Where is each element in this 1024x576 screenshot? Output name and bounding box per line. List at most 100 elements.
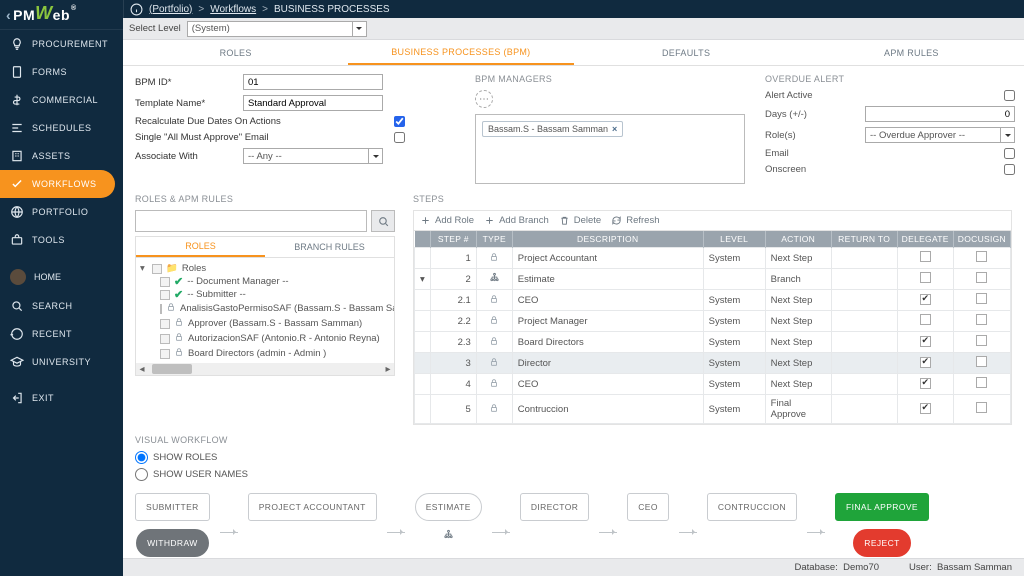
alert-email-checkbox[interactable]: [1004, 148, 1015, 159]
node-director[interactable]: DIRECTOR: [520, 493, 589, 521]
tab-defaults[interactable]: DEFAULTS: [574, 40, 799, 65]
nav-university[interactable]: UNIVERSITY: [0, 348, 123, 376]
node-project-accountant[interactable]: PROJECT ACCOUNTANT: [248, 493, 377, 521]
avatar: [10, 269, 26, 285]
select-level-label: Select Level: [129, 23, 181, 34]
tree-scrollbar[interactable]: ◂▸: [136, 363, 394, 375]
tree-root[interactable]: ▾📁Roles: [138, 262, 392, 275]
roles-panel-label: ROLES & APM RULES: [135, 194, 395, 204]
template-label: Template Name*: [135, 98, 235, 109]
roles-tree[interactable]: ▾📁Roles ✔-- Document Manager --✔-- Submi…: [135, 258, 395, 376]
single-approve-label: Single "All Must Approve" Email: [135, 132, 268, 143]
add-manager-button[interactable]: ⋯: [475, 90, 493, 108]
nav-workflows[interactable]: WORKFLOWS: [0, 170, 115, 198]
delete-button[interactable]: Delete: [559, 215, 601, 226]
table-row[interactable]: 2.1 CEO System Next Step: [415, 290, 1011, 311]
steps-toolbar: Add Role Add Branch Delete Refresh: [413, 210, 1012, 230]
crumb-workflows[interactable]: Workflows: [210, 4, 256, 15]
nav-assets[interactable]: ASSETS: [0, 142, 123, 170]
node-ceo[interactable]: CEO: [627, 493, 669, 521]
days-label: Days (+/-): [765, 109, 835, 120]
tree-item[interactable]: AnalisisGastoPermisoSAF (Bassam.S - Bass…: [138, 301, 392, 316]
nav-recent[interactable]: RECENT: [0, 320, 123, 348]
nav-schedules[interactable]: SCHEDULES: [0, 114, 123, 142]
main-tabs: ROLES BUSINESS PROCESSES (BPM) DEFAULTS …: [123, 40, 1024, 66]
select-level[interactable]: (System): [187, 21, 367, 37]
nav-home[interactable]: HOME: [0, 262, 123, 292]
associate-label: Associate With: [135, 151, 235, 162]
tree-item[interactable]: Approver (Bassam.S - Bassam Samman): [138, 316, 392, 331]
tree-item[interactable]: ✔-- Submitter --: [138, 288, 392, 301]
days-input[interactable]: [865, 106, 1015, 122]
search-icon: [377, 215, 390, 228]
manager-chip: Bassam.S - Bassam Samman×: [482, 121, 623, 137]
visual-workflow: VISUAL WORKFLOW SHOW ROLES SHOW USER NAM…: [135, 435, 1012, 558]
tree-item[interactable]: Board Directors (admin - Admin ): [138, 346, 392, 361]
subtab-branch-rules[interactable]: BRANCH RULES: [265, 237, 394, 257]
nav-forms[interactable]: FORMS: [0, 58, 123, 86]
nav-search[interactable]: SEARCH: [0, 292, 123, 320]
node-final-approve[interactable]: FINAL APPROVE: [835, 493, 929, 521]
chevron-down-icon: [352, 22, 366, 36]
add-role-button[interactable]: Add Role: [420, 215, 474, 226]
node-contruccion[interactable]: CONTRUCCION: [707, 493, 797, 521]
logo: ‹ PMWeb®: [0, 0, 123, 30]
alert-active-checkbox[interactable]: [1004, 90, 1015, 101]
tree-item[interactable]: ✔-- Document Manager --: [138, 275, 392, 288]
db-value: Demo70: [843, 562, 879, 573]
subtab-roles[interactable]: ROLES: [136, 237, 265, 257]
user-label: User:: [909, 562, 932, 573]
single-approve-checkbox[interactable]: [394, 132, 405, 143]
table-row[interactable]: 2.3 Board Directors System Next Step: [415, 332, 1011, 353]
visual-label: VISUAL WORKFLOW: [135, 435, 1012, 445]
alert-onscreen-checkbox[interactable]: [1004, 164, 1015, 175]
nav-portfolio[interactable]: PORTFOLIO: [0, 198, 123, 226]
node-reject[interactable]: REJECT: [853, 529, 910, 557]
status-bar: Database: Demo70 User: Bassam Samman: [123, 558, 1024, 576]
managers-box: Bassam.S - Bassam Samman×: [475, 114, 745, 184]
roles-search-button[interactable]: [371, 210, 395, 232]
associate-select[interactable]: -- Any --: [243, 148, 383, 164]
show-users-radio[interactable]: SHOW USER NAMES: [135, 468, 1012, 481]
nav-commercial[interactable]: COMMERCIAL: [0, 86, 123, 114]
node-estimate[interactable]: ESTIMATE: [415, 493, 482, 521]
nav-exit[interactable]: EXIT: [0, 384, 123, 412]
node-withdraw[interactable]: WITHDRAW: [136, 529, 209, 557]
alert-active-label: Alert Active: [765, 90, 835, 101]
chevron-down-icon: [368, 149, 382, 163]
template-name-input[interactable]: [243, 95, 383, 111]
bpm-managers: BPM MANAGERS ⋯ Bassam.S - Bassam Samman×: [475, 74, 745, 184]
level-bar: Select Level (System): [123, 18, 1024, 40]
crumb-portfolio[interactable]: (Portfolio): [149, 4, 192, 15]
show-roles-radio[interactable]: SHOW ROLES: [135, 451, 1012, 464]
sidebar: ‹ PMWeb® PROCUREMENT FORMS COMMERCIAL SC…: [0, 0, 123, 576]
roles-select[interactable]: -- Overdue Approver --: [865, 127, 1015, 143]
nav-tools[interactable]: TOOLS: [0, 226, 123, 254]
info-icon[interactable]: [130, 3, 143, 16]
user-value: Bassam Samman: [937, 562, 1012, 573]
remove-chip-icon[interactable]: ×: [612, 124, 617, 134]
table-row[interactable]: 5 Contruccion System Final Approve: [415, 395, 1011, 424]
nav-procurement[interactable]: PROCUREMENT: [0, 30, 123, 58]
table-row[interactable]: 1 Project Accountant System Next Step: [415, 248, 1011, 269]
table-row[interactable]: 2.2 Project Manager System Next Step: [415, 311, 1011, 332]
tab-apm-rules[interactable]: APM RULES: [799, 40, 1024, 65]
steps-grid: STEP # TYPE DESCRIPTION LEVEL ACTION RET…: [413, 230, 1012, 425]
tree-item[interactable]: AutorizacionSAF (Antonio.R - Antonio Rey…: [138, 331, 392, 346]
roles-search-input[interactable]: [135, 210, 367, 232]
add-branch-button[interactable]: Add Branch: [484, 215, 549, 226]
table-row[interactable]: ▾ 2 Estimate Branch: [415, 269, 1011, 290]
tab-roles[interactable]: ROLES: [123, 40, 348, 65]
recalc-checkbox[interactable]: [394, 116, 405, 127]
node-submitter[interactable]: SUBMITTER: [135, 493, 210, 521]
overdue-label: OVERDUE ALERT: [765, 74, 1015, 84]
table-row[interactable]: 3 Director System Next Step: [415, 353, 1011, 374]
bpm-id-input[interactable]: [243, 74, 383, 90]
roles-label: Role(s): [765, 130, 835, 141]
table-row[interactable]: 4 CEO System Next Step: [415, 374, 1011, 395]
roles-apm-panel: ROLES & APM RULES ROLES BRANCH RULES ▾📁R…: [135, 194, 395, 425]
chevron-down-icon: [1000, 128, 1014, 142]
refresh-button[interactable]: Refresh: [611, 215, 659, 226]
tab-bpm[interactable]: BUSINESS PROCESSES (BPM): [348, 40, 573, 65]
crumb-current: BUSINESS PROCESSES: [274, 4, 390, 15]
